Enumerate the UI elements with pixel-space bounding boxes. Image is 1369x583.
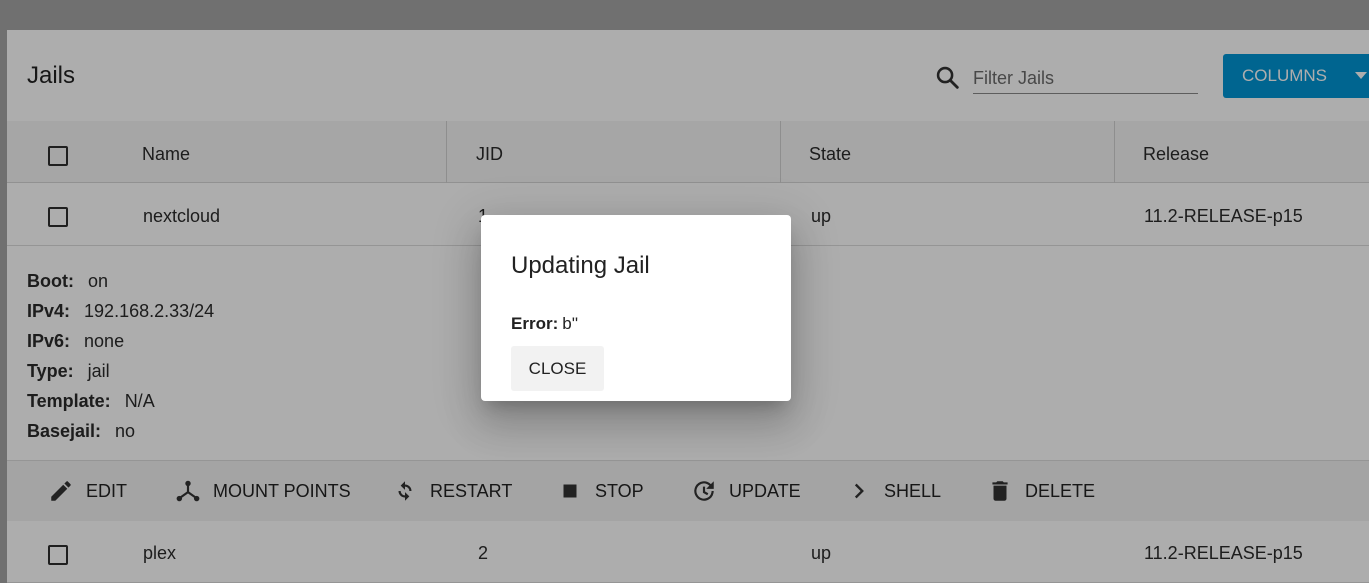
- updating-jail-dialog: Updating Jail Error: b'' CLOSE: [481, 215, 791, 401]
- close-button[interactable]: CLOSE: [511, 346, 604, 391]
- error-value: b'': [562, 314, 579, 333]
- error-label: Error:: [511, 314, 559, 333]
- dialog-error-message: Error: b'': [511, 314, 578, 334]
- dialog-title: Updating Jail: [511, 252, 650, 279]
